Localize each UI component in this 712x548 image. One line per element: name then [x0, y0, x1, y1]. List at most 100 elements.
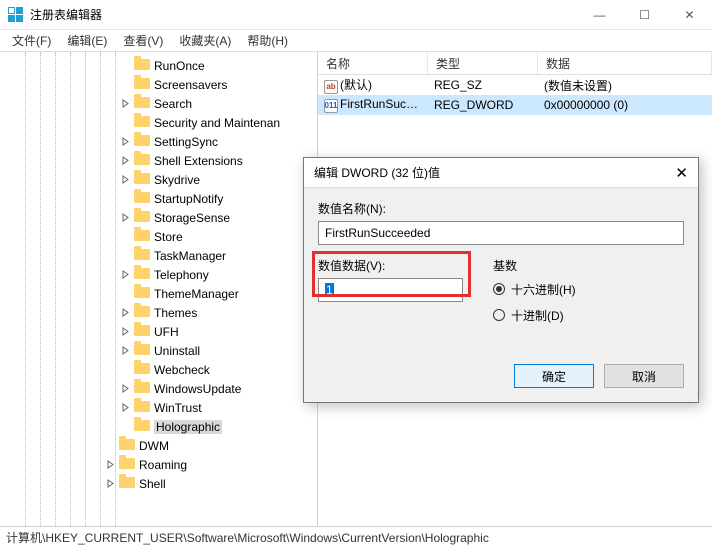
titlebar: 注册表编辑器 — ☐ ✕ — [0, 0, 712, 30]
list-header: 名称 类型 数据 — [318, 52, 712, 75]
tree-item[interactable]: Roaming — [0, 455, 317, 474]
menu-help[interactable]: 帮助(H) — [239, 30, 296, 51]
folder-icon — [119, 439, 135, 453]
tree-item[interactable]: Search — [0, 94, 317, 113]
tree-item-label: ThemeManager — [154, 287, 239, 301]
expand-icon[interactable] — [120, 60, 131, 71]
expand-icon[interactable] — [120, 212, 131, 223]
expand-icon[interactable] — [120, 117, 131, 128]
tree-item-label: UFH — [154, 325, 179, 339]
tree-item[interactable]: Holographic — [0, 417, 317, 436]
tree-pane[interactable]: RunOnceScreensaversSearchSecurity and Ma… — [0, 52, 318, 526]
expand-icon[interactable] — [105, 459, 116, 470]
ok-button[interactable]: 确定 — [514, 364, 594, 388]
folder-icon — [134, 78, 150, 92]
expand-icon[interactable] — [120, 383, 131, 394]
value-data-label: 数值数据(V): — [318, 257, 463, 274]
statusbar: 计算机\HKEY_CURRENT_USER\Software\Microsoft… — [0, 526, 712, 548]
folder-icon — [134, 230, 150, 244]
folder-icon — [134, 325, 150, 339]
tree-item[interactable]: Skydrive — [0, 170, 317, 189]
value-name-input[interactable]: FirstRunSucceeded — [318, 221, 684, 245]
dword-value-icon: 011 — [324, 99, 338, 113]
menubar: 文件(F) 编辑(E) 查看(V) 收藏夹(A) 帮助(H) — [0, 30, 712, 52]
tree-item[interactable]: Telephony — [0, 265, 317, 284]
tree-item-label: Holographic — [154, 420, 222, 434]
expand-icon[interactable] — [120, 79, 131, 90]
tree-item[interactable]: UFH — [0, 322, 317, 341]
menu-edit[interactable]: 编辑(E) — [59, 30, 115, 51]
tree-item[interactable]: Uninstall — [0, 341, 317, 360]
close-button[interactable]: ✕ — [667, 0, 712, 30]
expand-icon[interactable] — [120, 193, 131, 204]
expand-icon[interactable] — [120, 402, 131, 413]
tree-item[interactable]: Security and Maintenan — [0, 113, 317, 132]
tree-item[interactable]: TaskManager — [0, 246, 317, 265]
expand-icon[interactable] — [120, 288, 131, 299]
value-data: (数值未设置) — [538, 77, 712, 94]
tree-item[interactable]: StartupNotify — [0, 189, 317, 208]
tree-item[interactable]: Store — [0, 227, 317, 246]
tree-item-label: StorageSense — [154, 211, 230, 225]
tree-item[interactable]: Shell — [0, 474, 317, 493]
dialog-close-button[interactable]: ✕ — [658, 164, 688, 182]
tree-item-label: Themes — [154, 306, 197, 320]
tree-item[interactable]: RunOnce — [0, 56, 317, 75]
folder-icon — [134, 249, 150, 263]
col-type[interactable]: 类型 — [428, 52, 538, 74]
col-data[interactable]: 数据 — [538, 52, 712, 74]
tree-item[interactable]: StorageSense — [0, 208, 317, 227]
expand-icon[interactable] — [120, 269, 131, 280]
tree-item[interactable]: Shell Extensions — [0, 151, 317, 170]
menu-favorites[interactable]: 收藏夹(A) — [171, 30, 239, 51]
expand-icon[interactable] — [120, 421, 131, 432]
tree-item[interactable]: Themes — [0, 303, 317, 322]
maximize-button[interactable]: ☐ — [622, 0, 667, 30]
tree-item[interactable]: WinTrust — [0, 398, 317, 417]
radix-hex-radio[interactable]: 十六进制(H) — [493, 278, 576, 300]
folder-icon — [134, 420, 150, 434]
expand-icon[interactable] — [120, 307, 131, 318]
folder-icon — [134, 306, 150, 320]
tree-item-label: Telephony — [154, 268, 209, 282]
tree-item[interactable]: SettingSync — [0, 132, 317, 151]
tree-item[interactable]: ThemeManager — [0, 284, 317, 303]
expand-icon[interactable] — [120, 250, 131, 261]
tree-item[interactable]: Webcheck — [0, 360, 317, 379]
expand-icon[interactable] — [120, 326, 131, 337]
expand-icon[interactable] — [120, 345, 131, 356]
menu-file[interactable]: 文件(F) — [4, 30, 59, 51]
radix-dec-radio[interactable]: 十进制(D) — [493, 304, 576, 326]
expand-icon[interactable] — [120, 364, 131, 375]
tree-item[interactable]: WindowsUpdate — [0, 379, 317, 398]
menu-view[interactable]: 查看(V) — [115, 30, 171, 51]
value-data-input[interactable]: 1 — [318, 278, 463, 302]
expand-icon[interactable] — [120, 98, 131, 109]
tree-item-label: StartupNotify — [154, 192, 223, 206]
radix-label: 基数 — [493, 257, 576, 274]
value-name-label: 数值名称(N): — [318, 200, 684, 217]
value-name: FirstRunSucce... — [340, 97, 428, 111]
tree-item-label: Store — [154, 230, 183, 244]
expand-icon[interactable] — [120, 136, 131, 147]
cancel-button[interactable]: 取消 — [604, 364, 684, 388]
folder-icon — [134, 363, 150, 377]
col-name[interactable]: 名称 — [318, 52, 428, 74]
tree-item[interactable]: DWM — [0, 436, 317, 455]
tree-item-label: Shell Extensions — [154, 154, 243, 168]
expand-icon[interactable] — [120, 231, 131, 242]
radio-icon — [493, 283, 505, 295]
expand-icon[interactable] — [105, 478, 116, 489]
tree-item-label: WindowsUpdate — [154, 382, 241, 396]
tree-item[interactable]: Screensavers — [0, 75, 317, 94]
expand-icon[interactable] — [120, 174, 131, 185]
minimize-button[interactable]: — — [577, 0, 622, 30]
list-row[interactable]: 011FirstRunSucce...REG_DWORD0x00000000 (… — [318, 95, 712, 115]
value-name-text: FirstRunSucceeded — [325, 226, 430, 240]
radix-dec-label: 十进制(D) — [511, 307, 564, 324]
expand-icon[interactable] — [120, 155, 131, 166]
expand-icon[interactable] — [105, 440, 116, 451]
folder-icon — [119, 477, 135, 491]
list-row[interactable]: ab(默认)REG_SZ(数值未设置) — [318, 75, 712, 95]
window-title: 注册表编辑器 — [30, 6, 577, 23]
